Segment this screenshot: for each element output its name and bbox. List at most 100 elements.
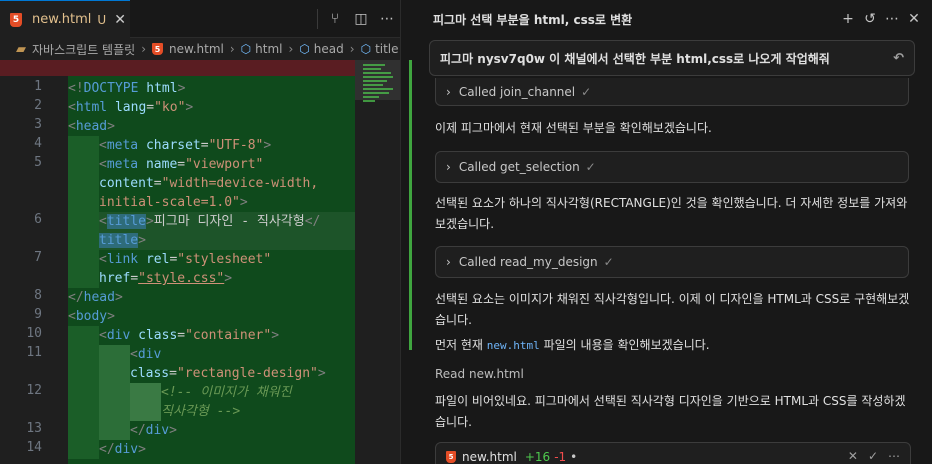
history-icon[interactable]: ↺ (863, 11, 877, 27)
assistant-message: 파일이 비어있네요. 피그마에서 선택된 직사각형 디자인을 기반으로 HTML… (435, 394, 906, 429)
lines-removed: -1 (554, 450, 567, 464)
assistant-message: 선택된 요소가 하나의 직사각형(RECTANGLE)인 것을 확인했습니다. … (435, 196, 908, 231)
line-number: 13 (26, 421, 42, 436)
line-number: 12 (26, 383, 42, 398)
file-change-bar[interactable]: 5 new.html +16 -1 • ✕ ✓ ⋯ (435, 442, 911, 464)
line-number: 2 (34, 98, 42, 113)
assistant-message: 이제 피그마에서 현재 선택된 부분을 확인해보겠습니다. (435, 121, 712, 135)
line-number: 8 (34, 288, 42, 303)
folder-icon: ▰ (16, 41, 26, 57)
line-number: 1 (34, 79, 42, 94)
chevron-right-icon: › (288, 42, 294, 56)
chevron-right-icon: › (229, 42, 235, 56)
close-icon[interactable]: ✕ (907, 11, 921, 27)
breadcrumb: ▰ 자바스크립트 템플릿 › 5 new.html › ⬡ html › ⬡ h… (0, 38, 400, 60)
assistant-message: 선택된 요소는 이미지가 채워진 직사각형입니다. 이제 이 디자인을 HTML… (435, 292, 910, 327)
code-line: <link rel="stylesheet" (99, 252, 272, 267)
more-icon[interactable]: ⋯ (885, 11, 899, 27)
code-line: </div> (130, 423, 177, 438)
undo-icon[interactable]: ↶ (893, 51, 904, 66)
editor-pane: 5 new.html U ✕ ⑂ ◫ ⋯ ▰ 자바스크립트 템플릿 › 5 ne… (0, 0, 400, 464)
minimap[interactable] (355, 60, 400, 464)
tool-call-label: Called read_my_design (458, 255, 598, 269)
symbol-icon: ⬡ (240, 42, 252, 56)
tool-call-get-selection[interactable]: › Called get_selection ✓ (435, 151, 909, 183)
breadcrumb-title[interactable]: title (375, 42, 398, 56)
line-number: 3 (34, 117, 42, 132)
chat-title: 피그마 선택 부분을 html, css로 변환 (433, 12, 633, 27)
code-line: title> (99, 233, 146, 248)
source-control-icon[interactable]: ⑂ (322, 0, 348, 38)
code-line: <meta name="viewport" (99, 157, 264, 172)
user-message[interactable]: 피그마 nysv7q0w 이 채널에서 선택한 부분 html,css로 나오게… (429, 40, 915, 76)
user-message-text: 피그마 nysv7q0w 이 채널에서 선택한 부분 html,css로 나오게… (440, 51, 830, 66)
message-text: 파일의 내용을 확인해보겠습니다. (539, 338, 710, 352)
diff-indicator (409, 60, 412, 350)
read-file-label[interactable]: Read new.html (435, 367, 524, 381)
code-area[interactable]: 1 2 3 4 5 6 7 8 9 10 11 12 13 14 <!DOCTY… (0, 60, 400, 464)
check-icon: ✓ (603, 255, 614, 269)
code-line: <title>피그마 디자인 - 직사각형</ (99, 214, 321, 229)
tool-call-label: Called get_selection (458, 160, 580, 174)
assistant-message: 먼저 현재 new.html 파일의 내용을 확인해보겠습니다. (435, 335, 915, 356)
code-line: </div> (99, 442, 146, 457)
line-number: 9 (34, 307, 42, 322)
line-number: 14 (26, 440, 42, 455)
code-content[interactable]: <!DOCTYPE html> <html lang="ko"> <head> … (0, 60, 355, 464)
more-icon[interactable]: ⋯ (374, 0, 400, 38)
code-line: initial-scale=1.0"> (99, 195, 248, 210)
line-number: 4 (34, 136, 42, 151)
line-number: 7 (34, 250, 42, 265)
accept-icon[interactable]: ✓ (868, 449, 878, 463)
code-line: <!DOCTYPE html> (68, 81, 186, 96)
html5-icon: 5 (446, 451, 456, 463)
code-line: 직사각형 --> (161, 404, 241, 419)
tab-new-html[interactable]: 5 new.html U ✕ (0, 0, 130, 38)
html5-icon: 5 (10, 12, 22, 27)
code-line: <body> (68, 309, 115, 324)
close-icon[interactable]: ✕ (114, 12, 126, 28)
chevron-right-icon: › (446, 160, 451, 174)
code-line: content="width=device-width, (99, 176, 319, 191)
reject-icon[interactable]: ✕ (848, 449, 858, 463)
editor-tab-bar: 5 new.html U ✕ ⑂ ◫ ⋯ (0, 0, 400, 38)
unsaved-dot: • (570, 450, 578, 464)
chevron-right-icon: › (141, 42, 146, 56)
html5-icon: 5 (152, 43, 163, 55)
code-line: <!-- 이미지가 채워진 (161, 385, 292, 400)
divider (317, 9, 318, 29)
check-icon: ✓ (581, 84, 592, 99)
code-line: <div class="container"> (99, 328, 280, 343)
untracked-badge: U (97, 12, 107, 27)
tool-call-join-channel[interactable]: › Called join_channel ✓ (435, 78, 909, 106)
code-line: href="style.css"> (99, 271, 233, 286)
chevron-right-icon: › (349, 42, 355, 56)
code-line: <meta charset="UTF-8"> (99, 138, 272, 153)
breadcrumb-html[interactable]: html (255, 42, 282, 56)
deleted-line-marker (0, 60, 355, 76)
chat-panel: 피그마 선택 부분을 html, css로 변환 + ↺ ⋯ ✕ 피그마 nys… (400, 0, 932, 464)
code-line: <div (130, 347, 162, 362)
more-icon[interactable]: ⋯ (888, 449, 900, 463)
plus-icon[interactable]: + (841, 11, 855, 27)
symbol-icon: ⬡ (360, 42, 372, 56)
chevron-right-icon: › (446, 255, 451, 269)
breadcrumb-head[interactable]: head (314, 42, 344, 56)
line-number: 10 (26, 326, 42, 341)
line-number: 6 (34, 212, 42, 227)
inline-code-filename[interactable]: new.html (487, 339, 540, 352)
tab-filename: new.html (32, 12, 92, 27)
chat-header: 피그마 선택 부분을 html, css로 변환 + ↺ ⋯ ✕ (401, 0, 932, 38)
code-line: <html lang="ko"> (68, 100, 194, 115)
line-number: 5 (34, 155, 42, 170)
changed-file-name[interactable]: new.html (462, 450, 517, 464)
breadcrumb-file[interactable]: new.html (169, 42, 224, 56)
code-line: <head> (68, 119, 115, 134)
tool-call-label: Called join_channel (458, 84, 576, 99)
split-editor-icon[interactable]: ◫ (348, 0, 374, 38)
symbol-icon: ⬡ (299, 42, 310, 56)
tool-call-read-my-design[interactable]: › Called read_my_design ✓ (435, 246, 909, 278)
code-line: class="rectangle-design"> (130, 366, 326, 381)
breadcrumb-folder[interactable]: 자바스크립트 템플릿 (32, 41, 135, 58)
code-line: </head> (68, 290, 123, 305)
